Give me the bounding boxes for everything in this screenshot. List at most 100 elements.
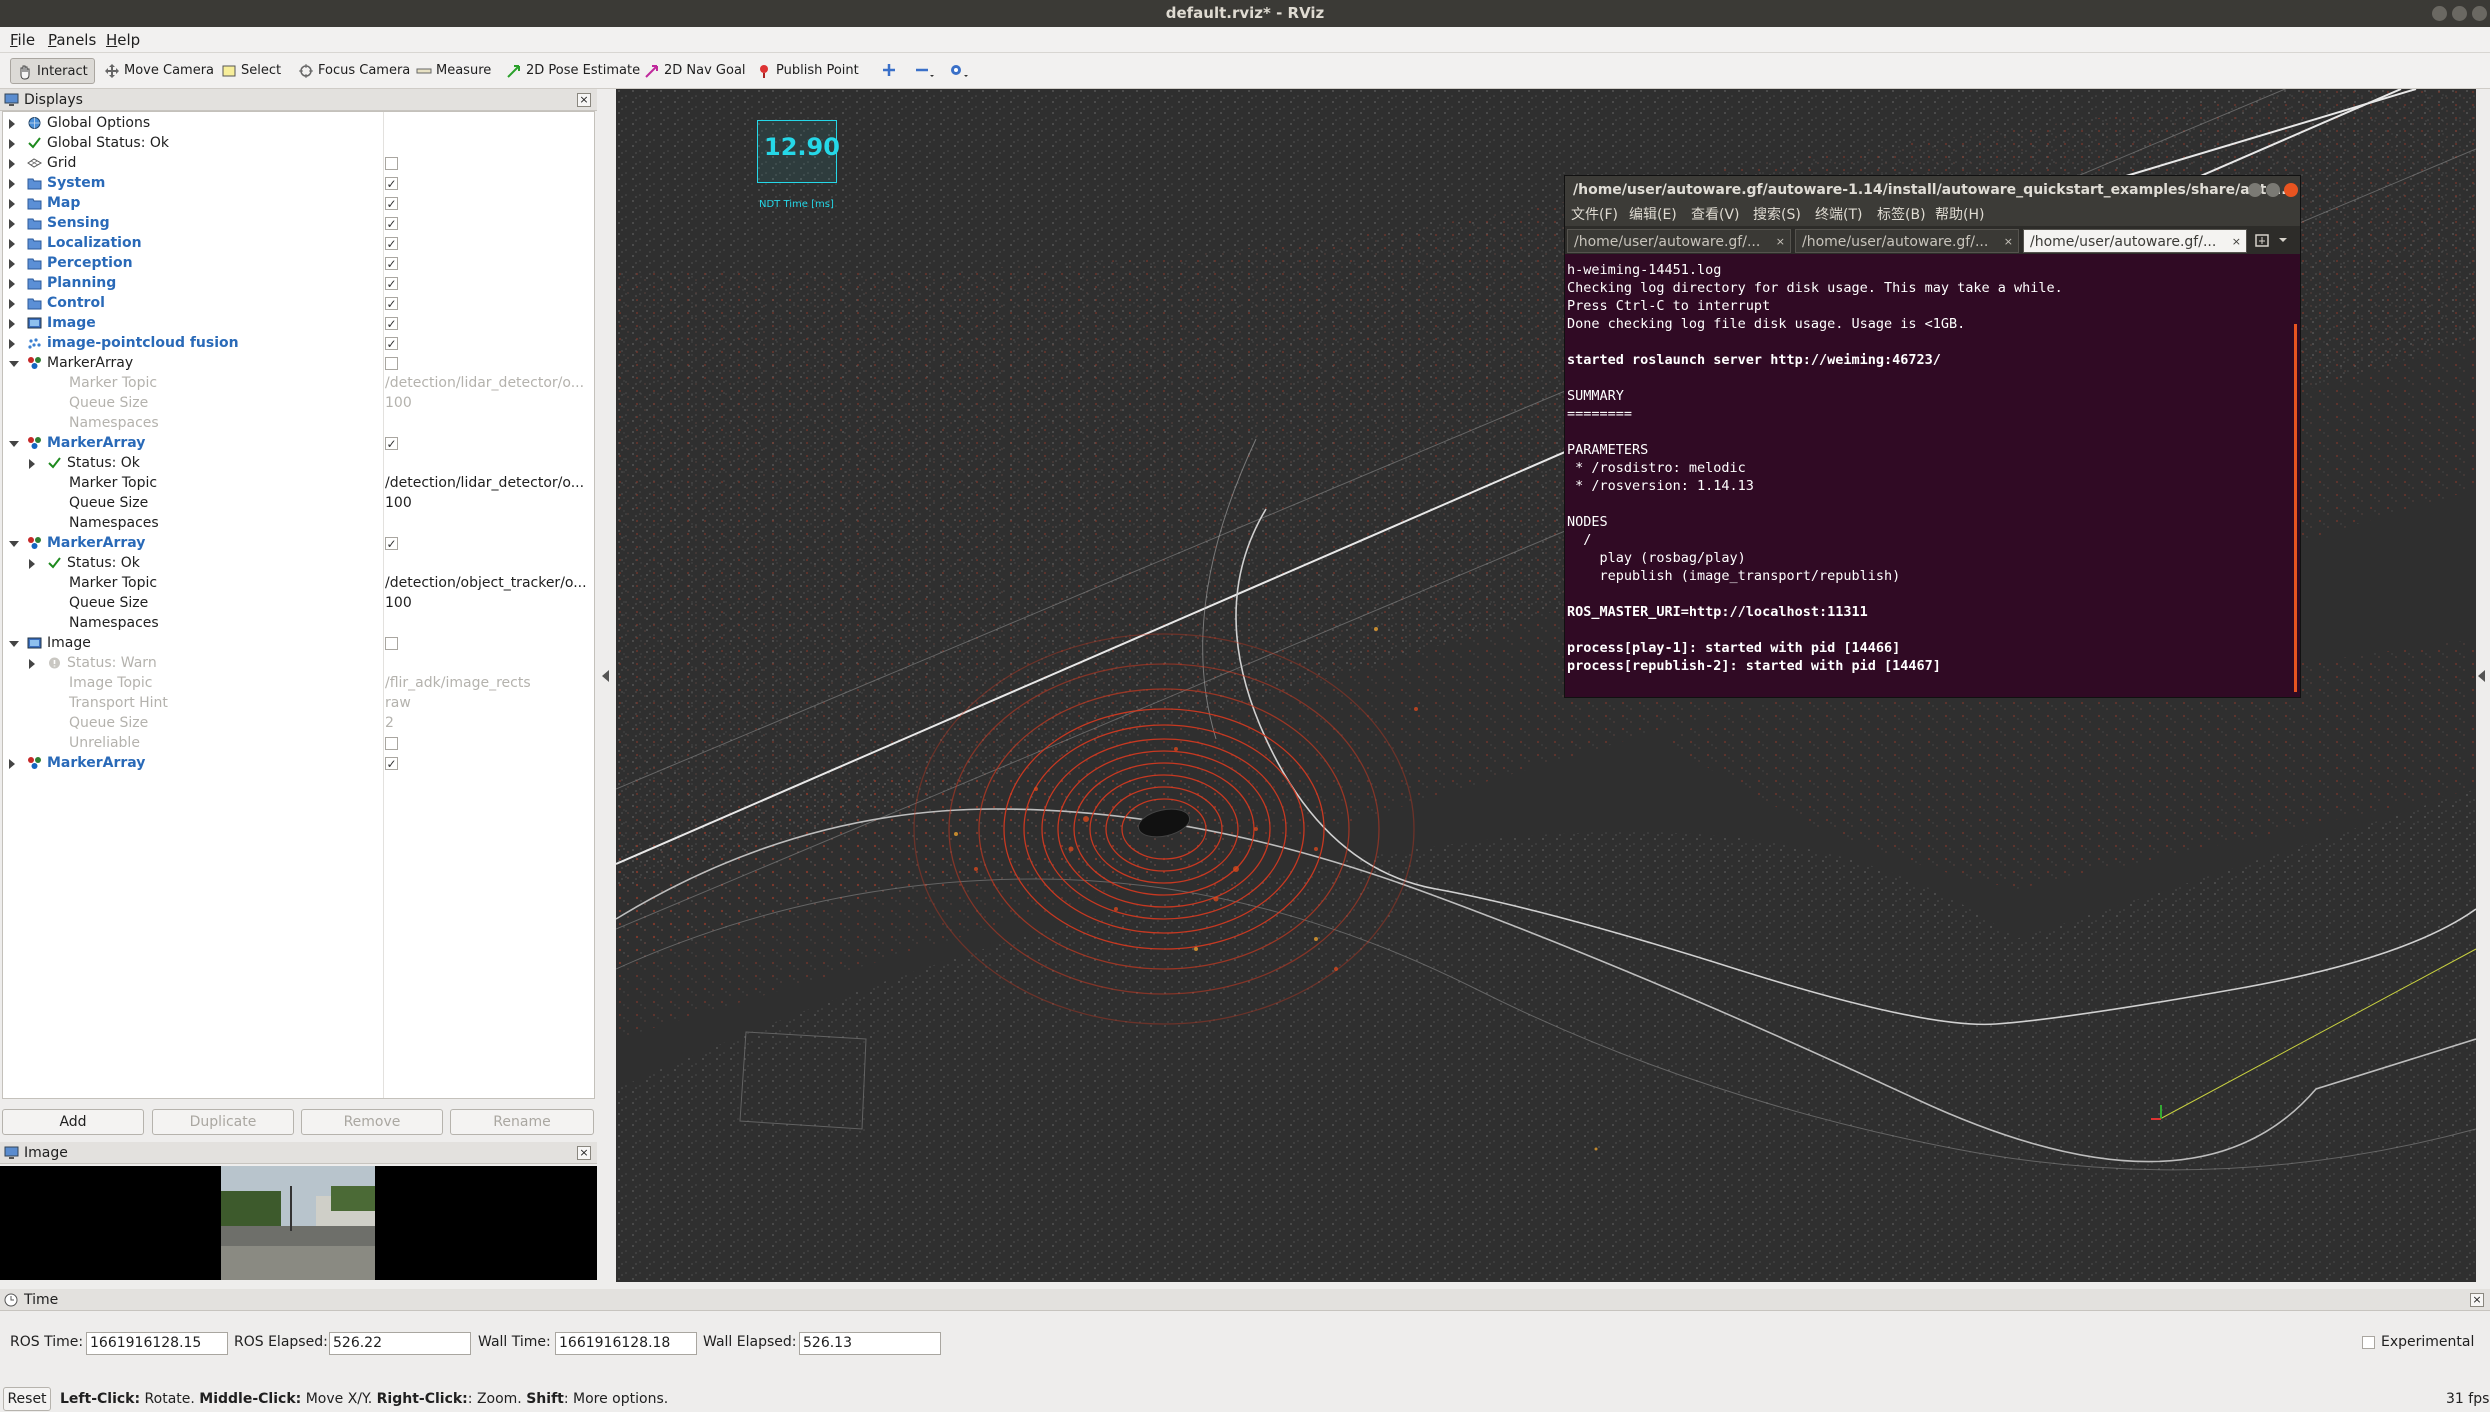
ros-elapsed-field[interactable]: 526.22 [329,1332,471,1355]
display-row-value[interactable]: /flir_adk/image_rects [385,674,590,693]
display-enable-checkbox[interactable] [385,157,398,170]
display-row-value[interactable]: 100 [385,594,590,613]
expand-right-icon[interactable] [29,559,35,569]
display-row[interactable]: System ✓ [3,174,593,193]
display-enable-checkbox[interactable]: ✓ [385,257,398,270]
terminal-menu-file[interactable]: 文件(F) [1571,204,1618,226]
display-enable-checkbox[interactable] [385,737,398,750]
display-row-value[interactable]: 100 [385,494,590,513]
display-row[interactable]: MarkerArray ✓ [3,434,593,453]
display-row[interactable]: Map ✓ [3,194,593,213]
display-row[interactable]: Namespaces [3,614,593,633]
tool-measure[interactable]: Measure [410,58,497,84]
experimental-checkbox[interactable] [2362,1336,2375,1349]
expand-down-icon[interactable] [9,361,19,367]
window-maximize-button[interactable] [2452,6,2467,21]
ros-time-field[interactable]: 1661916128.15 [86,1332,228,1355]
display-enable-checkbox[interactable] [385,357,398,370]
display-row[interactable]: Queue Size 100 [3,394,593,413]
display-row[interactable]: Marker Topic/detection/lidar_detector/o.… [3,474,593,493]
display-row[interactable]: Control ✓ [3,294,593,313]
tab-close-icon[interactable]: × [2004,230,2013,252]
display-row[interactable]: image-pointcloud fusion ✓ [3,334,593,353]
tool-2d-pose-estimate[interactable]: 2D Pose Estimate [500,58,646,84]
expand-right-icon[interactable] [9,259,15,269]
terminal-window[interactable]: /home/user/autoware.gf/autoware-1.14/ins… [1565,176,2300,697]
tab-close-icon[interactable]: × [1776,230,1785,252]
menu-file[interactable]: File [10,31,35,49]
display-row[interactable]: MarkerArray ✓ [3,534,593,553]
window-minimize-button[interactable] [2432,6,2447,21]
display-enable-checkbox[interactable]: ✓ [385,337,398,350]
expand-right-icon[interactable] [9,339,15,349]
menu-panels[interactable]: Panels [48,31,96,49]
display-row[interactable]: Marker Topic/detection/object_tracker/o.… [3,574,593,593]
display-row[interactable]: Status: Ok [3,454,593,473]
expand-right-icon[interactable] [9,319,15,329]
expand-down-icon[interactable] [9,641,19,647]
display-row[interactable]: Unreliable [3,734,593,753]
display-row[interactable]: Status: Ok [3,554,593,573]
display-row-value[interactable]: raw [385,694,590,713]
display-row[interactable]: Image [3,634,593,653]
expand-right-icon[interactable] [29,459,35,469]
display-row[interactable]: Global Options [3,114,593,133]
display-row[interactable]: Queue Size 2 [3,714,593,733]
image-panel-close-button[interactable]: × [577,1146,591,1160]
tab-list-chevron-icon[interactable] [2277,236,2289,244]
display-row[interactable]: Marker Topic/detection/lidar_detector/o.… [3,374,593,393]
collapse-right-handle[interactable] [2478,670,2485,682]
display-row-value[interactable]: /detection/object_tracker/o... [385,574,590,593]
expand-right-icon[interactable] [9,239,15,249]
terminal-menu-search[interactable]: 搜索(S) [1753,204,1801,226]
terminal-menu-edit[interactable]: 编辑(E) [1629,204,1677,226]
terminal-minimize-button[interactable] [2248,183,2262,197]
terminal-menu-help[interactable]: 帮助(H) [1935,204,1984,226]
display-row[interactable]: Image Topic/flir_adk/image_rects [3,674,593,693]
terminal-maximize-button[interactable] [2266,183,2280,197]
tool-move-camera[interactable]: Move Camera [98,58,220,84]
tool-properties-icon[interactable] [948,62,970,78]
display-enable-checkbox[interactable] [385,637,398,650]
display-row[interactable]: Sensing ✓ [3,214,593,233]
display-enable-checkbox[interactable]: ✓ [385,537,398,550]
expand-down-icon[interactable] [9,541,19,547]
expand-right-icon[interactable] [9,219,15,229]
expand-right-icon[interactable] [9,299,15,309]
display-row[interactable]: Grid [3,154,593,173]
display-enable-checkbox[interactable]: ✓ [385,197,398,210]
window-close-button[interactable] [2472,6,2487,21]
display-row[interactable]: Queue Size 100 [3,594,593,613]
terminal-tab-2[interactable]: /home/user/autoware.gf/... × [1795,229,2019,253]
display-row[interactable]: Status: Warn [3,654,593,673]
display-enable-checkbox[interactable]: ✓ [385,437,398,450]
terminal-menu-terminal[interactable]: 终端(T) [1815,204,1862,226]
expand-right-icon[interactable] [29,659,35,669]
display-enable-checkbox[interactable]: ✓ [385,317,398,330]
terminal-tab-3[interactable]: /home/user/autoware.gf/... × [2023,229,2247,253]
display-row[interactable]: Planning ✓ [3,274,593,293]
terminal-tab-1[interactable]: /home/user/autoware.gf/... × [1567,229,1791,253]
tab-close-icon[interactable]: × [2232,230,2241,252]
expand-right-icon[interactable] [9,279,15,289]
display-row[interactable]: Transport Hint raw [3,694,593,713]
add-tool-icon[interactable] [881,62,897,78]
add-display-button[interactable]: Add [2,1109,144,1135]
expand-right-icon[interactable] [9,119,15,129]
reset-button[interactable]: Reset [3,1387,51,1411]
display-row-value[interactable]: /detection/lidar_detector/o... [385,474,590,493]
display-enable-checkbox[interactable]: ✓ [385,237,398,250]
collapse-left-handle[interactable] [602,670,609,682]
tool-select[interactable]: Select [215,58,287,84]
new-tab-icon[interactable] [2253,232,2271,248]
terminal-output[interactable]: h-weiming-14451.log Checking log director… [1567,261,2267,675]
display-row[interactable]: Namespaces [3,514,593,533]
display-row[interactable]: MarkerArray [3,354,593,373]
tool-publish-point[interactable]: Publish Point [750,58,865,84]
terminal-scrollbar[interactable] [2294,324,2297,692]
display-row-value[interactable]: 2 [385,714,590,733]
expand-right-icon[interactable] [9,159,15,169]
display-row[interactable]: Queue Size 100 [3,494,593,513]
expand-down-icon[interactable] [9,441,19,447]
terminal-close-button[interactable] [2284,183,2298,197]
